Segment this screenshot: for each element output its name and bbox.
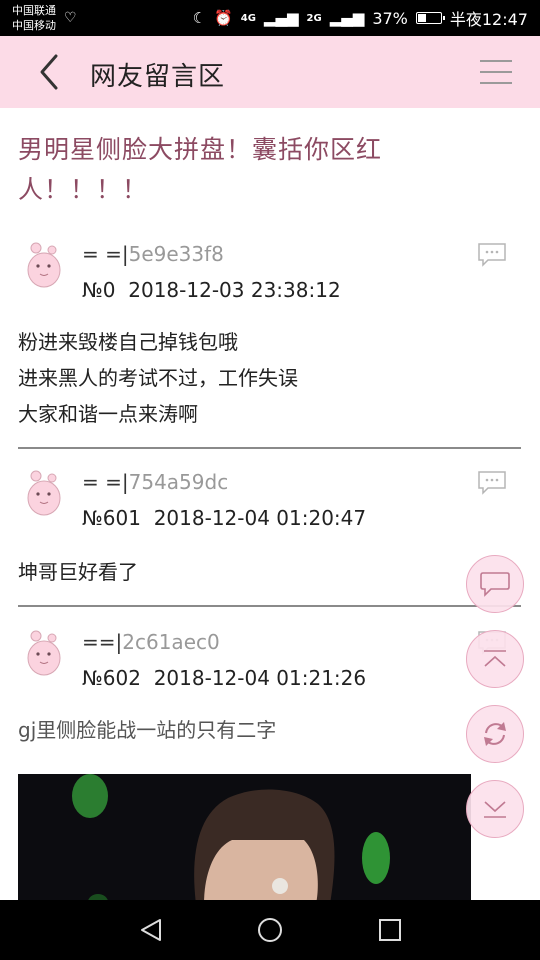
network-2: 2G bbox=[306, 12, 322, 24]
comment-line: 坤哥巨好看了 bbox=[18, 560, 138, 584]
refresh-icon bbox=[484, 722, 506, 746]
health-icon: ♡ bbox=[64, 10, 77, 26]
comment-bubble-icon[interactable] bbox=[476, 242, 508, 268]
chevron-left-icon bbox=[40, 54, 58, 90]
fab-scroll-top-button[interactable] bbox=[466, 630, 524, 688]
divider bbox=[18, 447, 521, 449]
comment-number: №602 bbox=[82, 666, 141, 690]
photo-image bbox=[18, 774, 471, 900]
thread-content[interactable]: 男明星侧脸大拼盘！囊括你区红人！！！！ = =|5e9e33f8 №0 2018… bbox=[0, 108, 540, 900]
comment-time: 2018-12-03 23:38:12 bbox=[128, 278, 341, 302]
fab-refresh-button[interactable] bbox=[466, 705, 524, 763]
clock: 半夜12:47 bbox=[449, 10, 528, 29]
comment-line: 大家和谐一点来涛啊 bbox=[18, 402, 198, 426]
avatar bbox=[27, 470, 61, 516]
comment-body: 粉进来毁楼自己掉钱包哦 进来黑人的考试不过，工作失误 大家和谐一点来涛啊 bbox=[18, 324, 298, 432]
network-1: 4G bbox=[240, 12, 256, 24]
nav-recents-icon[interactable] bbox=[378, 918, 402, 942]
comment-username: = =|5e9e33f8 bbox=[82, 242, 224, 266]
status-bar: 中国联通 中国移动 ♡ ☾ ⏰ 4G ▂▄▆ 2G ▂▄▆ 37% 半夜12:4… bbox=[0, 0, 540, 36]
signal-icon: ▂▄▆ bbox=[263, 9, 299, 27]
comment-meta: №602 2018-12-04 01:21:26 bbox=[82, 666, 366, 690]
signal-icon-2: ▂▄▆ bbox=[329, 9, 365, 27]
carrier-info: 中国联通 中国移动 ♡ bbox=[12, 3, 77, 33]
fab-scroll-bottom-button[interactable] bbox=[466, 780, 524, 838]
user-hash[interactable]: 2c61aec0 bbox=[122, 630, 219, 654]
fab-comment-button[interactable] bbox=[466, 555, 524, 613]
avatar bbox=[27, 242, 61, 288]
page-title: 网友留言区 bbox=[90, 62, 226, 92]
system-nav-bar bbox=[0, 900, 540, 960]
comment-bubble-icon[interactable] bbox=[476, 470, 508, 496]
moon-icon: ☾ bbox=[192, 9, 207, 27]
username-prefix: = =| bbox=[82, 242, 129, 266]
app-header: 网友留言区 bbox=[0, 36, 540, 108]
nav-back-icon[interactable] bbox=[138, 917, 164, 943]
comment-username: = =|754a59dc bbox=[82, 470, 228, 494]
comment-line: 粉进来毁楼自己掉钱包哦 bbox=[18, 330, 238, 354]
divider bbox=[18, 605, 521, 607]
alarm-icon: ⏰ bbox=[214, 9, 233, 27]
post-title: 男明星侧脸大拼盘！囊括你区红人！！！！ bbox=[18, 135, 383, 204]
nav-home-icon[interactable] bbox=[257, 917, 283, 943]
scroll-bottom-icon bbox=[484, 801, 506, 818]
comment-username: ==|2c61aec0 bbox=[82, 630, 220, 654]
hamburger-icon bbox=[480, 60, 512, 62]
comment-body: 坤哥巨好看了 bbox=[18, 554, 138, 590]
username-prefix: = =| bbox=[82, 470, 129, 494]
carrier-1: 中国联通 bbox=[12, 4, 56, 17]
comment-number: №601 bbox=[82, 506, 141, 530]
scroll-top-icon bbox=[484, 650, 506, 667]
comment-number: №0 bbox=[82, 278, 116, 302]
status-indicators: ☾ ⏰ 4G ▂▄▆ 2G ▂▄▆ 37% 半夜12:47 bbox=[193, 0, 528, 36]
menu-button[interactable] bbox=[480, 60, 512, 86]
comment-meta: №601 2018-12-04 01:20:47 bbox=[82, 506, 366, 530]
carrier-2: 中国移动 bbox=[12, 19, 56, 32]
comment-line: 进来黑人的考试不过，工作失误 bbox=[18, 366, 298, 390]
comment-time: 2018-12-04 01:20:47 bbox=[153, 506, 367, 530]
username-prefix: ==| bbox=[82, 630, 123, 654]
comment-line: gj里侧脸能战一站的只有二字 bbox=[18, 718, 277, 742]
user-hash[interactable]: 5e9e33f8 bbox=[129, 242, 224, 266]
avatar bbox=[27, 630, 61, 676]
comment-meta: №0 2018-12-03 23:38:12 bbox=[82, 278, 341, 302]
back-button[interactable] bbox=[30, 50, 70, 94]
comment-photo[interactable] bbox=[18, 774, 471, 900]
chat-icon bbox=[480, 572, 510, 597]
comment-body: gj里侧脸能战一站的只有二字 bbox=[18, 712, 276, 748]
comment-time: 2018-12-04 01:21:26 bbox=[153, 666, 367, 690]
battery-percent: 37% bbox=[372, 8, 408, 28]
battery-icon bbox=[415, 12, 445, 24]
user-hash[interactable]: 754a59dc bbox=[129, 470, 229, 494]
